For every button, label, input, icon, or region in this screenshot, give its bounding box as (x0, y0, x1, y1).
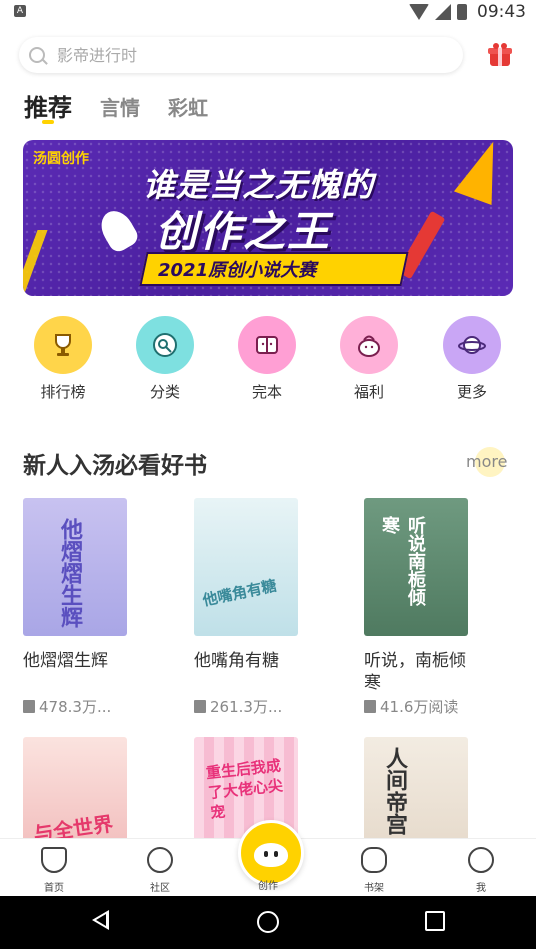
back-icon-inner (96, 914, 106, 926)
nav-label: 首页 (44, 883, 64, 894)
read-count: 478.3万... (39, 698, 112, 716)
nav-community[interactable]: 社区 (130, 847, 190, 894)
profile-icon (468, 847, 494, 873)
status-bar: A 09:43 (0, 0, 536, 24)
tab-label: 推荐 (24, 94, 72, 122)
status-time: 09:43 (477, 2, 526, 22)
category-ranking[interactable]: 排行榜 (23, 316, 103, 402)
cover-title: 他嘴角有糖 (201, 576, 279, 610)
tab-romance[interactable]: 言情 (100, 88, 140, 121)
category-classify[interactable]: 分类 (125, 316, 205, 402)
trophy-icon (34, 316, 92, 374)
lightning-icon (453, 140, 513, 206)
book-title: 听说，南栀倾寒 (364, 651, 466, 693)
cover-title: 他熠熠生辉 (57, 518, 82, 628)
nav-label-create: 创作 (258, 881, 278, 892)
banner-title-line2: 创作之王 (155, 207, 332, 256)
category-label: 分类 (149, 383, 180, 401)
banner-logo: 汤圆创作 (33, 151, 89, 167)
category-tabs: 推荐 言情 彩虹 (24, 88, 208, 128)
book-icon (194, 700, 206, 713)
nav-home[interactable]: 首页 (24, 847, 84, 894)
category-label: 福利 (353, 383, 384, 401)
nav-label: 我 (476, 883, 486, 894)
wifi-icon (409, 4, 429, 20)
category-label: 更多 (456, 383, 487, 401)
nav-label: 社区 (150, 883, 170, 894)
signal-icon (435, 4, 451, 20)
gift-bag-icon (340, 316, 398, 374)
recent-apps-icon[interactable] (425, 911, 445, 931)
book-reads: 41.6万阅读 (364, 696, 458, 717)
system-navigation-bar (0, 896, 536, 949)
create-eye (274, 851, 278, 857)
more-link[interactable]: more (466, 452, 507, 471)
search-input[interactable] (55, 44, 419, 66)
rocket-icon (95, 205, 141, 255)
book-icon (23, 700, 35, 713)
category-more[interactable]: 更多 (432, 316, 512, 402)
nav-profile[interactable]: 我 (451, 847, 511, 894)
tab-active-indicator (42, 120, 54, 124)
gift-icon[interactable] (487, 42, 513, 68)
search-icon (29, 47, 45, 63)
community-icon (147, 847, 173, 873)
book-reads: 261.3万... (194, 696, 282, 717)
home-icon (41, 847, 67, 873)
book-title: 他熠熠生辉 (23, 651, 108, 671)
book-card[interactable]: 他熠熠生辉 他熠熠生辉 478.3万... (23, 498, 173, 716)
status-icons: 09:43 (409, 2, 526, 22)
bookshelf-star-icon (361, 847, 387, 873)
book-cover: 他嘴角有糖 (194, 498, 298, 636)
book-card[interactable]: 他嘴角有糖 他嘴角有糖 261.3万... (194, 498, 344, 716)
banner-decoration (23, 230, 108, 296)
book-open-icon (238, 316, 296, 374)
promo-banner[interactable]: 汤圆创作 谁是当之无愧的 创作之王 2021原创小说大赛 (23, 140, 513, 296)
nav-bookshelf[interactable]: 书架 (344, 847, 404, 894)
section-title: 新人入汤必看好书 (23, 453, 207, 479)
category-welfare[interactable]: 福利 (329, 316, 409, 402)
planet-icon (443, 316, 501, 374)
book-cover: 听说南栀倾寒 (364, 498, 468, 636)
category-shortcuts: 排行榜 分类 完本 福利 更多 (0, 316, 536, 406)
category-completed[interactable]: 完本 (227, 316, 307, 402)
app-notification-icon: A (14, 5, 26, 17)
tab-recommend[interactable]: 推荐 (24, 88, 72, 124)
book-icon (364, 700, 376, 713)
read-count: 261.3万... (210, 698, 283, 716)
book-card[interactable]: 听说南栀倾寒 听说，南栀倾寒 41.6万阅读 (364, 498, 514, 716)
cover-title: 人间帝宫 (382, 747, 407, 835)
category-label: 完本 (251, 383, 282, 401)
battery-icon (457, 4, 467, 20)
category-label: 排行榜 (40, 383, 86, 401)
create-icon (254, 843, 288, 867)
search-bar[interactable] (19, 37, 463, 73)
nav-label: 书架 (364, 883, 384, 894)
category-icon (136, 316, 194, 374)
book-title: 他嘴角有糖 (194, 651, 279, 671)
cover-title: 重生后我成了大佬心尖宠 (205, 756, 284, 823)
book-cover: 他熠熠生辉 (23, 498, 127, 636)
book-reads: 478.3万... (23, 696, 111, 717)
create-eye (264, 851, 268, 857)
banner-subtitle: 2021原创小说大赛 (158, 260, 317, 281)
cover-title: 听说南栀倾寒 (379, 516, 426, 606)
home-circle-icon[interactable] (257, 911, 279, 933)
tab-rainbow[interactable]: 彩虹 (168, 88, 208, 121)
read-count: 41.6万阅读 (380, 698, 459, 716)
